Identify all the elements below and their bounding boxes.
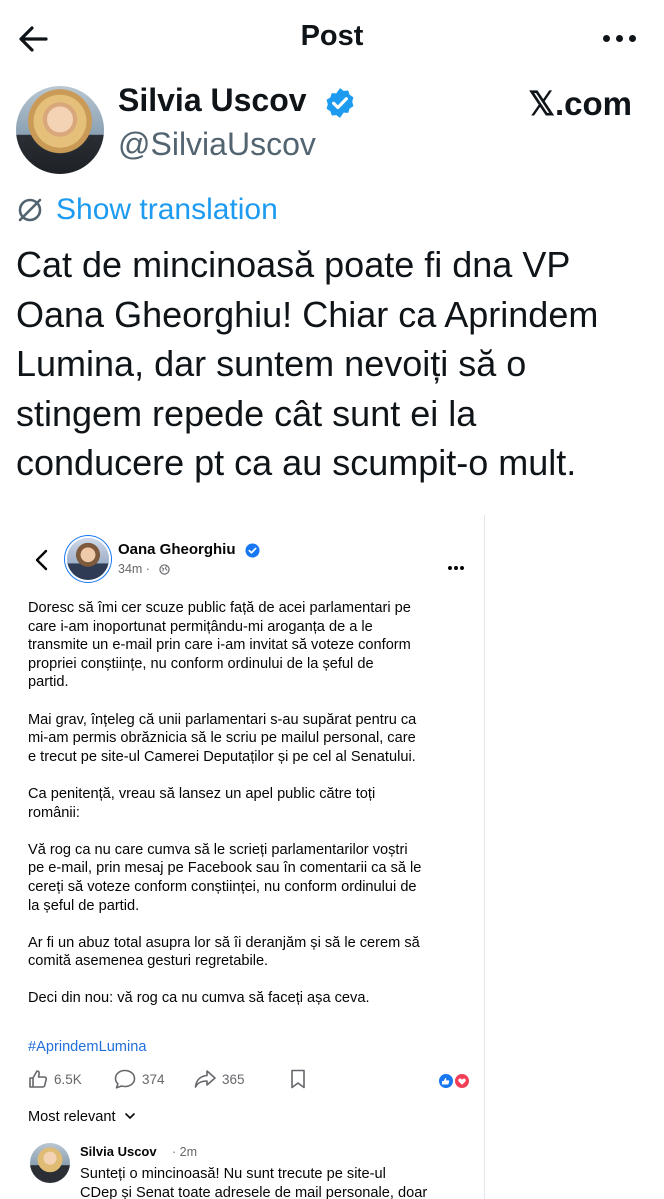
commenter-avatar xyxy=(30,1143,70,1183)
share-arrow-icon xyxy=(194,1070,216,1088)
comment-line: Sunteți o mincinoasă! Nu sunt trecute pe… xyxy=(80,1166,386,1182)
translate-icon xyxy=(18,198,42,222)
fb-line: transmite un e-mail prin care i-am invit… xyxy=(28,637,411,654)
source-watermark: 𝕏.com xyxy=(528,85,632,122)
fb-line: la șeful de partid. xyxy=(28,897,140,914)
fb-line: care i-am inoportunat permițându-mi arog… xyxy=(28,618,373,635)
save-button[interactable] xyxy=(290,1069,306,1089)
fb-author-name: Oana Gheorghiu xyxy=(118,541,236,558)
like-count: 6.5K xyxy=(54,1071,82,1087)
show-translation-button[interactable]: Show translation xyxy=(16,190,278,230)
fb-line: Deci din nou: vă rog ca nu cumva să face… xyxy=(28,990,370,1007)
show-translation-label: Show translation xyxy=(56,193,278,226)
more-options-icon[interactable] xyxy=(597,34,636,45)
fb-line: Doresc să îmi cer scuze public față de a… xyxy=(28,600,411,616)
back-chevron-icon xyxy=(35,549,48,571)
comment-count: 374 xyxy=(142,1071,165,1087)
comment-bubble-icon xyxy=(114,1069,136,1089)
share-button[interactable]: 365 xyxy=(194,1069,245,1089)
comment-line: CDep și Senat toate adresele de mail per… xyxy=(80,1184,428,1199)
fb-line: mi-am permis obrăznicia să le scriu pe m… xyxy=(28,730,416,747)
fb-line: comită asemenea gesturi regretabile. xyxy=(28,953,269,970)
fb-line: partid. xyxy=(28,674,69,691)
fb-paragraph: Deci din nou: vă rog ca nu cumva să face… xyxy=(28,989,470,1008)
globe-icon xyxy=(159,564,170,575)
fb-author-avatar xyxy=(67,538,109,580)
fb-action-bar: 6.5K 374 365 xyxy=(28,1069,470,1093)
tweet-line: Oana Gheorghiu! Chiar ca Aprindem xyxy=(16,293,599,335)
share-count: 365 xyxy=(222,1071,245,1087)
fb-post-body: Doresc să îmi cer scuze public față de a… xyxy=(28,599,470,1027)
comment-button[interactable]: 374 xyxy=(114,1069,165,1089)
comment-time: · 2m xyxy=(172,1145,197,1159)
fb-line: Ar fi un abuz total asupra lor să îi der… xyxy=(28,934,420,951)
author-name[interactable]: Silvia Uscov xyxy=(118,82,307,119)
tweet-line: conducere pt ca au scumpit-o mult. xyxy=(16,442,577,483)
fb-post-time: 34m · xyxy=(118,562,150,576)
embedded-post-screenshot[interactable]: Oana Gheorghiu 34m · Doresc să îmi cer s… xyxy=(14,515,485,1199)
tweet-line: Cat de mincinoasă poate fi dna VP xyxy=(16,244,571,285)
page-title: Post xyxy=(300,20,364,52)
top-bar: Post xyxy=(0,0,664,76)
reaction-icons xyxy=(438,1073,470,1089)
fb-paragraph: Ca penitență, vreau să lansez un apel pu… xyxy=(28,785,470,822)
fb-line: românii: xyxy=(28,804,80,821)
comment-text: Sunteți o mincinoasă! Nu sunt trecute pe… xyxy=(80,1165,470,1199)
bookmark-icon xyxy=(291,1069,305,1089)
chevron-down-icon xyxy=(124,1113,135,1120)
comment-sort-label: Most relevant xyxy=(28,1109,116,1125)
comment-sort-dropdown[interactable]: Most relevant xyxy=(28,1109,136,1125)
fb-paragraph: Mai grav, înțeleg că unii parlamentari s… xyxy=(28,711,470,767)
fb-paragraph: Vă rog ca nu care cumva să le scrieți pa… xyxy=(28,841,470,915)
fb-verified-icon xyxy=(245,543,260,558)
author-handle[interactable]: @SilviaUscov xyxy=(118,126,316,163)
thumbs-up-icon xyxy=(29,1070,48,1088)
hashtag-link[interactable]: #AprindemLumina xyxy=(28,1039,146,1055)
fb-line: Ca penitență, vreau să lansez un apel pu… xyxy=(28,785,376,802)
like-button[interactable]: 6.5K xyxy=(28,1069,82,1089)
fb-line: propriei conștiințe, nu conform ordinulu… xyxy=(28,655,374,672)
tweet-line: Lumina, dar suntem nevoiți să o xyxy=(16,343,527,384)
fb-line: e trecut pe site-ul Camerei Deputaților … xyxy=(28,748,416,765)
fb-line: pe e-mail, prin mesaj pe Facebook sau în… xyxy=(28,860,422,877)
verified-badge-icon xyxy=(326,88,354,118)
fb-line: Vă rog ca nu care cumva să le scrieți pa… xyxy=(28,841,408,858)
fb-line: Mai grav, înțeleg că unii parlamentari s… xyxy=(28,711,417,728)
author-avatar[interactable] xyxy=(16,86,104,174)
fb-more-icon xyxy=(448,557,466,575)
fb-line: cereți să voteze conform conștiinței, nu… xyxy=(28,878,417,895)
tweet-line: stingem repede cât sunt ei la xyxy=(16,392,477,434)
fb-paragraph: Ar fi un abuz total asupra lor să îi der… xyxy=(28,934,470,971)
tweet-text: Cat de mincinoasă poate fi dna VP Oana G… xyxy=(16,240,656,488)
commenter-name: Silvia Uscov xyxy=(80,1144,157,1159)
fb-paragraph: Doresc să îmi cer scuze public față de a… xyxy=(28,599,470,692)
